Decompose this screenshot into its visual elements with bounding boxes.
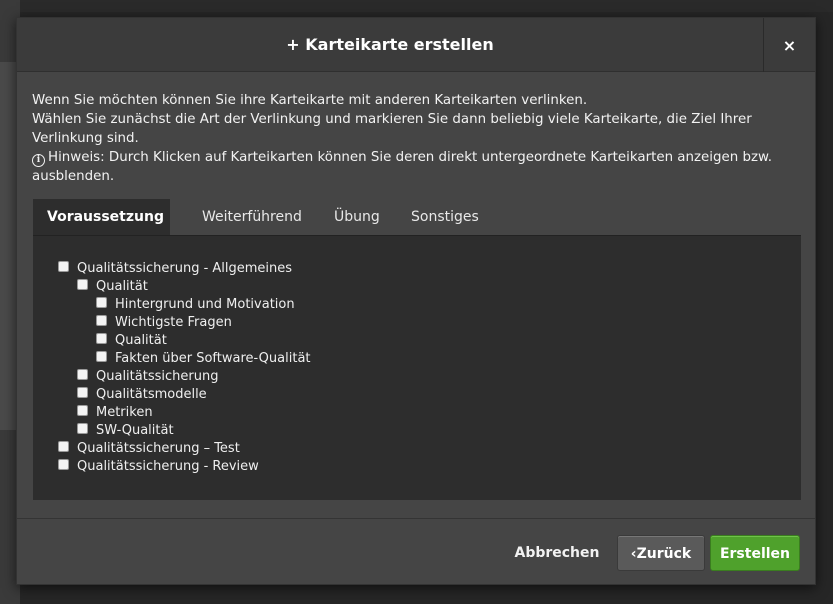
tab-weiterfuehrend[interactable]: Weiterführend bbox=[188, 199, 316, 235]
checkbox[interactable] bbox=[58, 261, 69, 272]
tree-item[interactable]: Hintergrund und Motivation bbox=[96, 296, 295, 314]
tree-item[interactable]: Fakten über Software-Qualität bbox=[96, 350, 311, 368]
checkbox[interactable] bbox=[58, 459, 69, 470]
tab-label: Weiterführend bbox=[202, 209, 302, 225]
checkbox[interactable] bbox=[77, 387, 88, 398]
tree-item-label[interactable]: Qualität bbox=[96, 279, 148, 294]
close-icon: × bbox=[782, 36, 797, 55]
tab-label: Sonstiges bbox=[411, 209, 479, 225]
tree-item-label[interactable]: Qualitätssicherung - Allgemeines bbox=[77, 261, 292, 276]
intro-line-2: Wählen Sie zunächst die Art der Verlinku… bbox=[32, 112, 752, 146]
tree-item[interactable]: Qualitätssicherung – Test bbox=[58, 440, 240, 458]
intro-line-1: Wenn Sie möchten können Sie ihre Karteik… bbox=[32, 93, 588, 108]
tree-item[interactable]: Qualitätssicherung bbox=[77, 368, 218, 386]
checkbox[interactable] bbox=[96, 333, 107, 344]
tree-item-label[interactable]: Qualität bbox=[115, 333, 167, 348]
tree-item-label[interactable]: Qualitätssicherung - Review bbox=[77, 459, 259, 474]
checkbox[interactable] bbox=[96, 315, 107, 326]
tree-item[interactable]: Qualitätsmodelle bbox=[77, 386, 207, 404]
tree-item-label[interactable]: Qualitätssicherung bbox=[96, 369, 218, 384]
create-flashcard-modal: + Karteikarte erstellen × Wenn Sie möcht… bbox=[16, 17, 816, 585]
checkbox[interactable] bbox=[77, 369, 88, 380]
back-button[interactable]: ‹Zurück bbox=[617, 535, 705, 571]
create-label: Erstellen bbox=[719, 546, 791, 562]
intro-text: Wenn Sie möchten können Sie ihre Karteik… bbox=[32, 91, 802, 186]
tree-item-label[interactable]: Qualitätssicherung – Test bbox=[77, 441, 240, 456]
plus-icon: + bbox=[286, 35, 300, 54]
checkbox[interactable] bbox=[77, 405, 88, 416]
hint-text: Hinweis: Durch Klicken auf Karteikarten … bbox=[32, 150, 772, 184]
tree-item[interactable]: Qualitätssicherung - Review bbox=[58, 458, 259, 476]
tree-item[interactable]: Qualitätssicherung - Allgemeines bbox=[58, 260, 292, 278]
tree-item-label[interactable]: Qualitätsmodelle bbox=[96, 387, 207, 402]
cancel-button[interactable]: Abbrechen bbox=[507, 535, 607, 571]
tab-voraussetzung[interactable]: Voraussetzung bbox=[33, 199, 170, 235]
modal-header: + Karteikarte erstellen × bbox=[17, 18, 815, 72]
info-icon: i bbox=[32, 154, 45, 167]
tab-uebung[interactable]: Übung bbox=[320, 199, 394, 235]
tree-item[interactable]: Qualität bbox=[96, 332, 167, 350]
tree-item-label[interactable]: SW-Qualität bbox=[96, 423, 174, 438]
link-type-tabs: Voraussetzung Weiterführend Übung Sonsti… bbox=[33, 199, 801, 235]
hint: i Hinweis: Durch Klicken auf Karteikarten… bbox=[32, 148, 802, 186]
tree-item[interactable]: Qualität bbox=[77, 278, 148, 296]
modal-footer: Abbrechen ‹Zurück Erstellen bbox=[17, 518, 815, 584]
tree-item[interactable]: Wichtigste Fragen bbox=[96, 314, 232, 332]
back-label: Zurück bbox=[636, 546, 692, 562]
tree-item[interactable]: SW-Qualität bbox=[77, 422, 174, 440]
tab-label: Voraussetzung bbox=[47, 209, 164, 225]
checkbox[interactable] bbox=[58, 441, 69, 452]
tab-panel-voraussetzung: Qualitätssicherung - Allgemeines Qualitä… bbox=[33, 235, 801, 500]
close-button[interactable]: × bbox=[763, 18, 815, 72]
create-button[interactable]: Erstellen bbox=[710, 535, 800, 571]
tree-item[interactable]: Metriken bbox=[77, 404, 153, 422]
checkbox[interactable] bbox=[96, 297, 107, 308]
checkbox[interactable] bbox=[77, 423, 88, 434]
tree-item-label[interactable]: Metriken bbox=[96, 405, 153, 420]
tab-sonstiges[interactable]: Sonstiges bbox=[397, 199, 493, 235]
modal-title: + Karteikarte erstellen bbox=[17, 18, 763, 72]
tree-item-label[interactable]: Wichtigste Fragen bbox=[115, 315, 232, 330]
modal-title-text: Karteikarte erstellen bbox=[305, 35, 494, 54]
cancel-label: Abbrechen bbox=[514, 545, 600, 561]
tree-item-label[interactable]: Hintergrund und Motivation bbox=[115, 297, 295, 312]
checkbox[interactable] bbox=[77, 279, 88, 290]
checkbox[interactable] bbox=[96, 351, 107, 362]
tree-item-label[interactable]: Fakten über Software-Qualität bbox=[115, 351, 311, 366]
tab-label: Übung bbox=[334, 209, 380, 225]
background-topbar bbox=[0, 0, 833, 12]
